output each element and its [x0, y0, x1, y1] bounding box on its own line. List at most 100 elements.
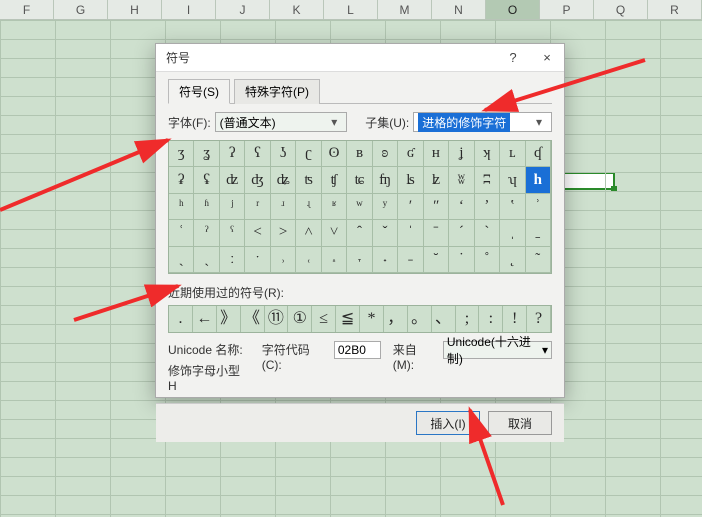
- symbol-cell[interactable]: ʭ: [475, 167, 500, 193]
- symbol-cell[interactable]: ˕: [347, 247, 372, 273]
- symbol-cell[interactable]: ʜ: [424, 141, 449, 167]
- column-header[interactable]: N: [432, 0, 486, 19]
- symbol-cell[interactable]: ˛: [500, 247, 525, 273]
- tab-special-chars[interactable]: 特殊字符(P): [234, 79, 320, 104]
- symbol-cell[interactable]: ˉ: [424, 220, 449, 246]
- column-header[interactable]: H: [108, 0, 162, 19]
- symbol-cell[interactable]: ʡ: [169, 167, 194, 193]
- recent-symbol-cell[interactable]: !: [503, 306, 527, 332]
- symbol-cell[interactable]: ʰ: [169, 194, 194, 220]
- symbol-cell[interactable]: ˌ: [500, 220, 525, 246]
- recent-symbol-cell[interactable]: ≦: [336, 306, 360, 332]
- column-header[interactable]: Q: [594, 0, 648, 19]
- cancel-button[interactable]: 取消: [488, 411, 552, 435]
- symbol-cell[interactable]: ʵ: [296, 194, 321, 220]
- symbol-cell[interactable]: ˚: [475, 247, 500, 273]
- symbol-cell[interactable]: ː: [220, 247, 245, 273]
- recent-symbol-cell[interactable]: ;: [456, 306, 480, 332]
- symbol-cell[interactable]: ʔ: [220, 141, 245, 167]
- symbol-cell[interactable]: ʲ: [220, 194, 245, 220]
- recent-symbol-cell[interactable]: ，: [384, 306, 408, 332]
- column-header[interactable]: K: [270, 0, 324, 19]
- symbol-cell[interactable]: ʳ: [245, 194, 270, 220]
- symbol-cell[interactable]: ˗: [398, 247, 423, 273]
- recent-symbol-cell[interactable]: ≤: [312, 306, 336, 332]
- symbol-cell[interactable]: ʤ: [245, 167, 270, 193]
- char-code-input[interactable]: 02B0: [334, 341, 381, 359]
- symbol-cell[interactable]: ʫ: [424, 167, 449, 193]
- symbol-cell[interactable]: ˃: [271, 220, 296, 246]
- symbol-cell[interactable]: ʓ: [194, 141, 219, 167]
- symbol-cell[interactable]: ʸ: [373, 194, 398, 220]
- symbol-cell[interactable]: ˒: [271, 247, 296, 273]
- symbol-cell[interactable]: ʢ: [194, 167, 219, 193]
- symbol-cell[interactable]: ˍ: [526, 220, 551, 246]
- symbol-cell[interactable]: ʽ: [500, 194, 525, 220]
- symbol-cell[interactable]: ʪ: [398, 167, 423, 193]
- help-button[interactable]: ?: [496, 44, 530, 72]
- symbol-cell[interactable]: ʬ: [449, 167, 474, 193]
- symbol-cell[interactable]: ʚ: [373, 141, 398, 167]
- symbol-cell[interactable]: ʝ: [449, 141, 474, 167]
- symbol-cell[interactable]: ˆ: [347, 220, 372, 246]
- from-combo[interactable]: Unicode(十六进制) ▾: [443, 341, 552, 359]
- symbol-cell[interactable]: ˂: [245, 220, 270, 246]
- column-header[interactable]: P: [540, 0, 594, 19]
- recent-symbol-cell[interactable]: ⑪: [265, 306, 289, 332]
- symbol-cell[interactable]: ʕ: [245, 141, 270, 167]
- symbol-cell[interactable]: ʧ: [322, 167, 347, 193]
- symbol-cell[interactable]: ʠ: [526, 141, 551, 167]
- symbol-cell[interactable]: ˏ: [194, 247, 219, 273]
- recent-symbol-cell[interactable]: 。: [408, 306, 432, 332]
- column-header[interactable]: J: [216, 0, 270, 19]
- symbol-cell[interactable]: ʥ: [271, 167, 296, 193]
- symbol-cell[interactable]: ˖: [373, 247, 398, 273]
- symbol-cell[interactable]: ʷ: [347, 194, 372, 220]
- symbol-cell[interactable]: ˄: [296, 220, 321, 246]
- symbol-cell[interactable]: ʼ: [475, 194, 500, 220]
- symbol-cell[interactable]: ˎ: [169, 247, 194, 273]
- recent-symbol-cell[interactable]: 》: [217, 306, 241, 332]
- symbol-cell[interactable]: ʿ: [169, 220, 194, 246]
- recent-symbol-cell[interactable]: 《: [241, 306, 265, 332]
- symbol-cell[interactable]: ʒ: [169, 141, 194, 167]
- symbol-cell[interactable]: ˁ: [220, 220, 245, 246]
- titlebar[interactable]: 符号 ? ×: [156, 44, 564, 72]
- symbol-cell[interactable]: ʞ: [475, 141, 500, 167]
- column-header[interactable]: I: [162, 0, 216, 19]
- symbol-cell[interactable]: ˓: [296, 247, 321, 273]
- symbol-cell[interactable]: ʱ: [194, 194, 219, 220]
- symbol-cell[interactable]: ʾ: [526, 194, 551, 220]
- symbol-cell[interactable]: ʘ: [322, 141, 347, 167]
- insert-button[interactable]: 插入(I): [416, 411, 480, 435]
- symbol-cell[interactable]: ˙: [449, 247, 474, 273]
- symbol-cell[interactable]: ˇ: [373, 220, 398, 246]
- recent-symbol-cell[interactable]: ?: [527, 306, 551, 332]
- symbol-cell[interactable]: ʶ: [322, 194, 347, 220]
- symbol-cell[interactable]: ˔: [322, 247, 347, 273]
- symbol-cell[interactable]: ʺ: [424, 194, 449, 220]
- font-combo[interactable]: (普通文本) ▾: [215, 112, 348, 132]
- symbol-cell[interactable]: ʨ: [347, 167, 372, 193]
- recent-symbol-cell[interactable]: ←: [193, 306, 217, 332]
- recent-symbol-cell[interactable]: *: [360, 306, 384, 332]
- symbol-cell[interactable]: ˑ: [245, 247, 270, 273]
- symbol-cell[interactable]: ʦ: [296, 167, 321, 193]
- subset-combo[interactable]: 进格的修饰字符 ▾: [413, 112, 552, 132]
- symbol-cell[interactable]: ˊ: [449, 220, 474, 246]
- symbol-cell[interactable]: ʮ: [500, 167, 525, 193]
- column-header[interactable]: M: [378, 0, 432, 19]
- symbol-cell[interactable]: ʴ: [271, 194, 296, 220]
- recent-symbol-cell[interactable]: ①: [288, 306, 312, 332]
- recent-symbol-cell[interactable]: .: [169, 306, 193, 332]
- symbol-cell[interactable]: ʗ: [296, 141, 321, 167]
- symbol-cell[interactable]: ʻ: [449, 194, 474, 220]
- symbol-cell[interactable]: ˈ: [398, 220, 423, 246]
- symbol-cell[interactable]: ʙ: [347, 141, 372, 167]
- symbol-cell[interactable]: ʖ: [271, 141, 296, 167]
- symbol-cell[interactable]: ˅: [322, 220, 347, 246]
- symbol-cell[interactable]: ʹ: [398, 194, 423, 220]
- symbol-cell[interactable]: ʩ: [373, 167, 398, 193]
- column-header[interactable]: O: [486, 0, 540, 19]
- symbol-cell[interactable]: ʟ: [500, 141, 525, 167]
